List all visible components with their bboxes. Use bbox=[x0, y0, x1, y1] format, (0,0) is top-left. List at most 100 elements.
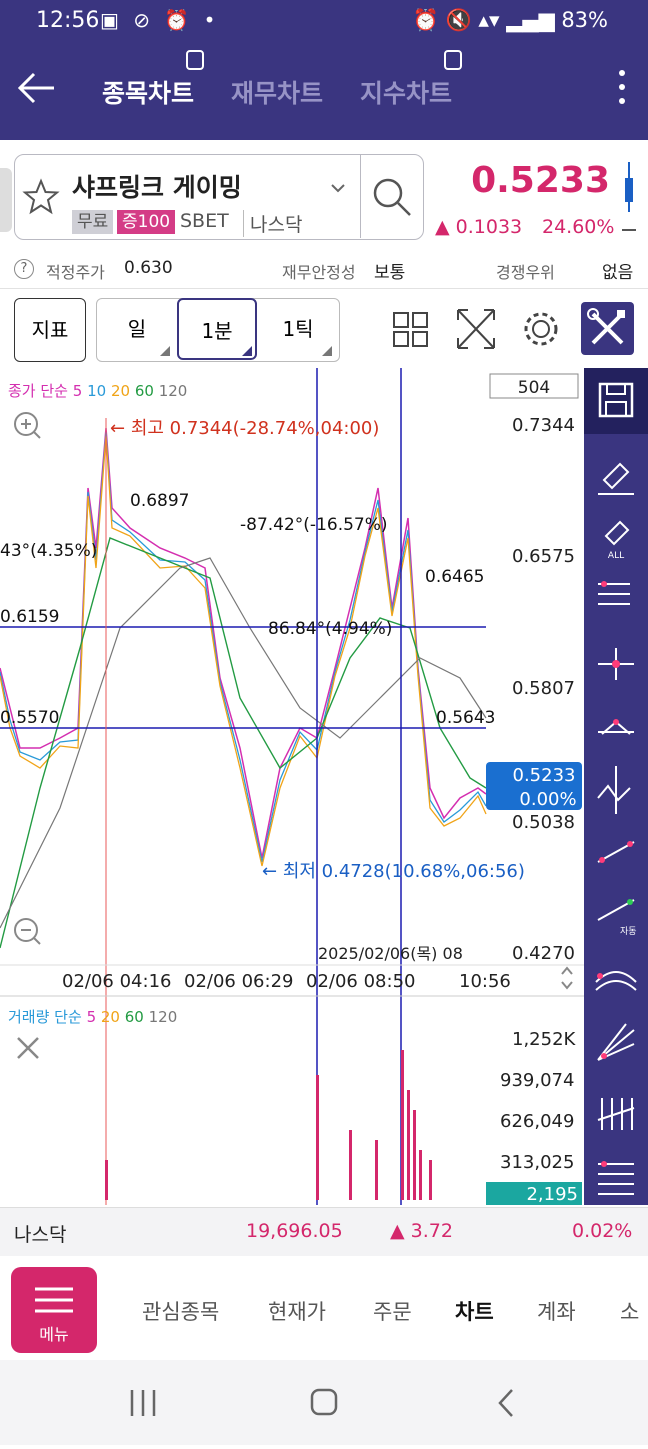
new-badge-icon bbox=[444, 50, 462, 70]
vol-legend-ma120: 120 bbox=[149, 1008, 178, 1026]
index-pct: 0.02% bbox=[572, 1220, 633, 1242]
count-box-text: 504 bbox=[518, 378, 550, 398]
tab-stock-chart[interactable]: 종목차트 bbox=[102, 74, 194, 110]
svg-text:ALL: ALL bbox=[608, 551, 624, 561]
index-name: 나스닥 bbox=[14, 1224, 67, 1246]
hcl-line-icon[interactable] bbox=[598, 581, 630, 605]
fair-price-value: 0.630 bbox=[124, 258, 173, 278]
current-price-tag-value: 0.5233 bbox=[513, 765, 576, 786]
tab-index-chart[interactable]: 지수차트 bbox=[360, 74, 452, 110]
eraser-icon[interactable] bbox=[598, 462, 634, 495]
volume-bar bbox=[407, 1090, 410, 1200]
annotation: 86.84°(4.94%) bbox=[268, 619, 392, 639]
vertical-line-icon[interactable] bbox=[597, 766, 631, 814]
home-icon[interactable] bbox=[310, 1388, 338, 1416]
stock-ticker: SBET bbox=[180, 210, 229, 232]
cross-line-icon[interactable] bbox=[598, 648, 634, 680]
y-tick: 0.5038 bbox=[512, 812, 575, 833]
nav-watchlist[interactable]: 관심종목 bbox=[142, 1296, 219, 1326]
volume-bar bbox=[413, 1110, 416, 1200]
low-label-text: 최저 0.4728(10.68%,06:56) bbox=[283, 861, 525, 882]
volume-bar bbox=[419, 1150, 422, 1200]
legend-ma20: 20 bbox=[111, 382, 130, 400]
zoom-out-icon[interactable] bbox=[14, 918, 41, 945]
nav-more[interactable]: 소 bbox=[620, 1296, 639, 1326]
nav-order[interactable]: 주문 bbox=[373, 1296, 412, 1326]
trend-peak-icon[interactable] bbox=[598, 719, 634, 735]
price-change: ▲ 0.1033 bbox=[435, 216, 523, 238]
current-volume-text: 2,195 bbox=[526, 1184, 578, 1205]
stability-value: 보통 bbox=[374, 263, 406, 283]
annotation: 0.6159 bbox=[0, 607, 59, 627]
trendline-icon[interactable] bbox=[597, 841, 635, 863]
y-tick: 0.7344 bbox=[512, 415, 575, 436]
nav-current-price[interactable]: 현재가 bbox=[268, 1296, 326, 1326]
recent-apps-icon[interactable] bbox=[130, 1390, 156, 1416]
margin-tag: 증100 bbox=[117, 210, 176, 234]
price-chart[interactable]: 종가 단순 5 10 20 60 120 504 0.7344 0.6575 0… bbox=[0, 368, 584, 1205]
volume-bar bbox=[401, 1050, 404, 1200]
volume-bars bbox=[105, 1050, 432, 1200]
close-volume-icon[interactable] bbox=[17, 1037, 39, 1059]
drawing-toolbar: ALL 자동 bbox=[584, 368, 648, 1205]
competition-value: 없음 bbox=[602, 263, 634, 283]
annotation: 0.6465 bbox=[425, 567, 484, 587]
corner-mark-icon bbox=[322, 346, 332, 356]
legend-ma120: 120 bbox=[159, 382, 188, 400]
vol-legend-ma60: 60 bbox=[125, 1008, 144, 1026]
legend-ma5: 5 bbox=[73, 382, 83, 400]
tools-icon bbox=[587, 308, 625, 345]
status-notification-icons: ▣ ⊘ ⏰ • bbox=[100, 8, 220, 32]
system-navigation-bar bbox=[0, 1360, 648, 1445]
stock-name[interactable]: 샤프링크 게이밍 bbox=[72, 168, 242, 204]
settings-gear-icon[interactable] bbox=[521, 306, 561, 352]
x-overlay-label: 2025/02/06(목) 08 bbox=[318, 944, 463, 963]
price-legend: 종가 단순 5 10 20 60 120 bbox=[8, 382, 187, 400]
favorite-star-icon[interactable] bbox=[22, 178, 60, 216]
chevron-down-icon[interactable] bbox=[330, 180, 346, 196]
divider bbox=[360, 155, 361, 238]
zoom-in-icon[interactable] bbox=[14, 412, 41, 439]
price-change-value: 0.1033 bbox=[455, 216, 523, 238]
x-label: 10:56 bbox=[459, 971, 511, 992]
legend-prefix: 종가 단순 bbox=[8, 382, 68, 400]
menu-button[interactable]: 메뉴 bbox=[11, 1267, 97, 1353]
annotation: 0.5643 bbox=[436, 708, 495, 728]
y-tick: 0.4270 bbox=[512, 943, 575, 964]
back-icon[interactable] bbox=[498, 1389, 513, 1417]
tab-financial-chart[interactable]: 재무차트 bbox=[231, 74, 323, 110]
auto-trend-icon[interactable]: 자동 bbox=[597, 899, 637, 937]
annotation: 43°(4.35%) bbox=[0, 541, 97, 561]
new-badge-icon bbox=[186, 50, 204, 70]
volume-bar bbox=[105, 1160, 108, 1200]
index-ticker-row[interactable]: 나스닥 19,696.05 ▲ 3.72 0.02% bbox=[0, 1207, 648, 1256]
y-tick: 0.6575 bbox=[512, 546, 575, 567]
eraser-all-icon[interactable]: ALL bbox=[604, 520, 630, 561]
indicator-button[interactable]: 지표 bbox=[14, 298, 86, 362]
arc-icon[interactable] bbox=[595, 971, 637, 991]
svg-text:자동: 자동 bbox=[620, 926, 637, 937]
fair-price-label: 적정주가 bbox=[46, 263, 105, 282]
vertical-lines-icon[interactable] bbox=[597, 1098, 635, 1130]
drawing-tools-button[interactable] bbox=[581, 302, 634, 355]
nav-account[interactable]: 계좌 bbox=[537, 1296, 576, 1326]
battery-text: 83% bbox=[561, 8, 608, 32]
fan-icon[interactable] bbox=[597, 1023, 635, 1061]
side-handle[interactable] bbox=[0, 168, 12, 232]
help-icon[interactable]: ? bbox=[14, 259, 34, 279]
horizontal-lines-icon[interactable] bbox=[598, 1161, 634, 1195]
status-right: ⏰ 🔇 ▴▾ ▂▄▆ 83% bbox=[412, 8, 608, 32]
back-arrow-icon[interactable] bbox=[14, 66, 58, 110]
more-menu-icon[interactable] bbox=[612, 70, 632, 114]
x-label: 02/06 04:16 bbox=[62, 971, 171, 992]
fullscreen-icon[interactable] bbox=[456, 306, 496, 352]
layout-grid-icon[interactable] bbox=[391, 306, 431, 352]
x-scroll-icon[interactable] bbox=[561, 966, 573, 990]
x-axis-labels: 02/06 04:16 02/06 06:29 02/06 08:50 10:5… bbox=[62, 971, 511, 992]
search-icon[interactable] bbox=[370, 175, 414, 219]
nav-chart[interactable]: 차트 bbox=[455, 1296, 494, 1326]
vol-y-tick: 1,252K bbox=[512, 1029, 577, 1050]
volume-legend: 거래량 단순 5 20 60 120 bbox=[8, 1008, 177, 1026]
ma20-line bbox=[0, 435, 487, 867]
vol-legend-ma20: 20 bbox=[101, 1008, 120, 1026]
